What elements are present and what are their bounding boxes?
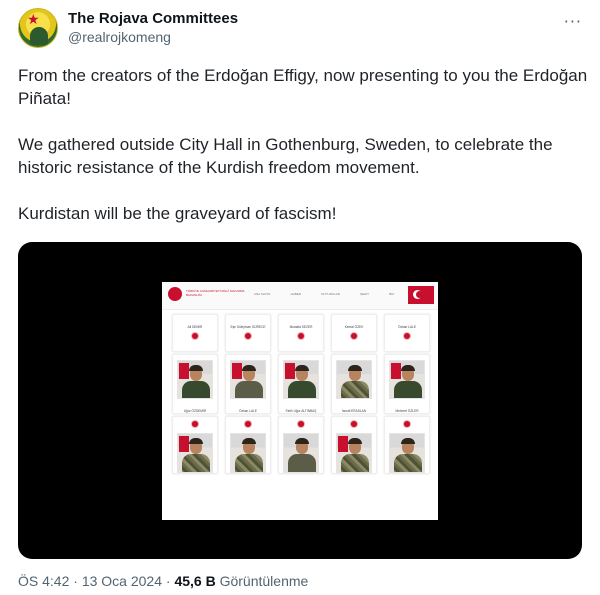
name-card: Eşe Süleyman GÜRECE xyxy=(225,314,271,352)
name-card: Mustafa SEZER xyxy=(278,314,324,352)
flag-badge-icon xyxy=(297,332,305,340)
soldier-name: İsmail ERASLAN xyxy=(341,409,367,413)
soldier-grid: Ali DEMİR Uğur ÖZDEMİR Eşe Süleyman GÜRE… xyxy=(172,314,430,474)
grid-column: Eşe Süleyman GÜRECE Özkan LALE xyxy=(225,314,271,474)
tweet-paragraph: Kurdistan will be the graveyard of fasci… xyxy=(18,204,337,223)
grid-column: Özkan LALE Mehmet ÖZLER xyxy=(384,314,430,474)
views-count: 45,6 B xyxy=(174,573,216,589)
tweet-time[interactable]: ÖS 4:42 xyxy=(18,573,69,589)
website-nav-item: ANA SAYFA xyxy=(254,292,271,296)
soldier-photo xyxy=(283,360,319,399)
soldier-photo xyxy=(336,432,372,473)
views-label: Görüntülenme xyxy=(219,573,309,589)
tweet-paragraph: We gathered outside City Hall in Gothenb… xyxy=(18,135,553,177)
soldier-photo xyxy=(336,360,372,399)
soldier-name: Mehmet ÖZLER xyxy=(395,409,419,413)
soldier-photo xyxy=(177,360,213,399)
grid-column: Ali DEMİR Uğur ÖZDEMİR xyxy=(172,314,218,474)
user-handle[interactable]: @realrojkomeng xyxy=(68,28,238,46)
embedded-website-screenshot: TÜRKİYE CUMHURİYETİ MİLLÎ SAVUNMA BAKANL… xyxy=(162,282,438,520)
website-nav-item: BİZ xyxy=(389,292,394,296)
soldier-photo xyxy=(177,432,213,473)
name-card: Özkan LALE xyxy=(384,314,430,352)
website-nav-item: ŞEHİT xyxy=(360,292,369,296)
display-name[interactable]: The Rojava Committees xyxy=(68,10,238,28)
star-icon: ★ xyxy=(27,12,40,28)
photo-card xyxy=(225,416,271,474)
flag-badge-icon xyxy=(297,420,305,428)
avatar-figure xyxy=(30,27,48,45)
photo-card xyxy=(172,416,218,474)
soldier-photo xyxy=(389,360,425,399)
tweet-media[interactable]: TÜRKİYE CUMHURİYETİ MİLLÎ SAVUNMA BAKANL… xyxy=(18,242,582,559)
soldier-name: Fatih Uğur ALTINBAŞ xyxy=(285,409,317,413)
photo-card: Uğur ÖZDEMİR xyxy=(172,354,218,414)
soldier-photo xyxy=(230,360,266,399)
soldier-name: Kemal ÖZEK xyxy=(344,325,364,329)
photo-card: Fatih Uğur ALTINBAŞ xyxy=(278,354,324,414)
user-info: The Rojava Committees @realrojkomeng xyxy=(68,10,238,46)
soldier-photo xyxy=(283,432,319,473)
flag-badge-icon xyxy=(350,420,358,428)
photo-card xyxy=(331,416,377,474)
grid-column: Kemal ÖZEK İsmail ERASLAN xyxy=(331,314,377,474)
photo-card: İsmail ERASLAN xyxy=(331,354,377,414)
separator: · xyxy=(73,573,82,589)
flag-badge-icon xyxy=(350,332,358,340)
name-card: Kemal ÖZEK xyxy=(331,314,377,352)
tweet-date[interactable]: 13 Oca 2024 xyxy=(82,573,162,589)
more-dots-icon[interactable]: ··· xyxy=(564,12,582,31)
tweet-footer: ÖS 4:42 · 13 Oca 2024 · 45,6 B Görüntüle… xyxy=(18,572,308,590)
flag-badge-icon xyxy=(403,420,411,428)
flag-badge-icon xyxy=(403,332,411,340)
soldier-photo xyxy=(389,432,425,473)
photo-card xyxy=(384,416,430,474)
ministry-seal-icon xyxy=(168,287,182,301)
grid-column: Mustafa SEZER Fatih Uğur ALTINBAŞ xyxy=(278,314,324,474)
avatar[interactable]: ★ xyxy=(18,8,58,48)
website-nav-item: HABER xyxy=(290,292,301,296)
flag-badge-icon xyxy=(191,420,199,428)
soldier-name: Eşe Süleyman GÜRECE xyxy=(230,325,266,329)
website-header: TÜRKİYE CUMHURİYETİ MİLLÎ SAVUNMA BAKANL… xyxy=(162,282,438,310)
photo-card: Özkan LALE xyxy=(225,354,271,414)
soldier-name: Mustafa SEZER xyxy=(289,325,313,329)
website-title: TÜRKİYE CUMHURİYETİ MİLLÎ SAVUNMA BAKANL… xyxy=(186,289,245,297)
soldier-name: Özkan LALE xyxy=(239,409,257,413)
turkish-flag-icon xyxy=(408,286,434,304)
website-nav-item: DUYURULAR xyxy=(321,292,340,296)
flag-badge-icon xyxy=(244,332,252,340)
flag-badge-icon xyxy=(244,420,252,428)
photo-card: Mehmet ÖZLER xyxy=(384,354,430,414)
photo-card xyxy=(278,416,324,474)
soldier-photo xyxy=(230,432,266,473)
soldier-name: Özkan LALE xyxy=(398,325,416,329)
soldier-name: Uğur ÖZDEMİR xyxy=(183,409,207,413)
name-card: Ali DEMİR xyxy=(172,314,218,352)
tweet-header: ★ The Rojava Committees @realrojkomeng ·… xyxy=(18,8,582,48)
website-nav: ANA SAYFA HABER DUYURULAR ŞEHİT BİZ xyxy=(254,292,394,296)
soldier-name: Ali DEMİR xyxy=(187,325,203,329)
flag-badge-icon xyxy=(191,332,199,340)
tweet-paragraph: From the creators of the Erdoğan Effigy,… xyxy=(18,66,588,108)
tweet-text: From the creators of the Erdoğan Effigy,… xyxy=(18,64,588,248)
